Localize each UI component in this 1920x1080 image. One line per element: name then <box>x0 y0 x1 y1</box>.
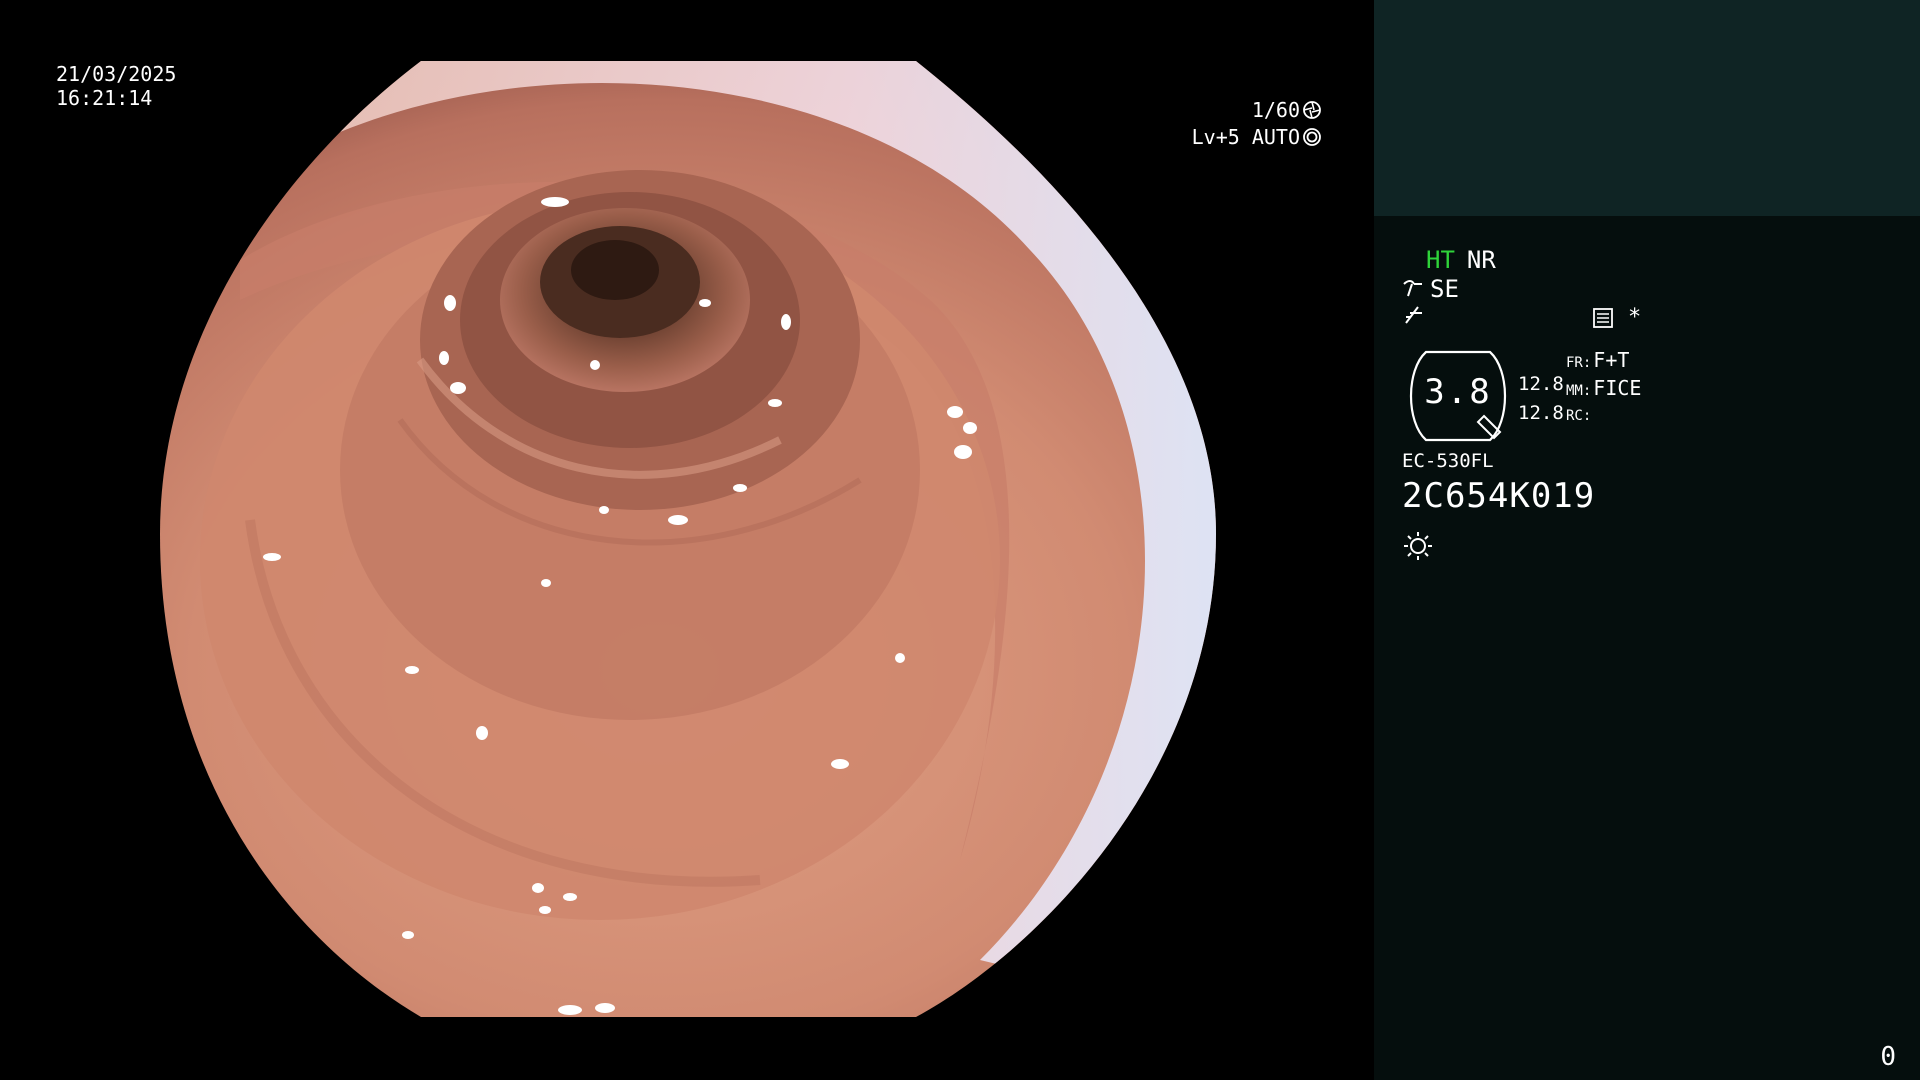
scope-serial: 2C654K019 <box>1402 476 1596 516</box>
date-text: 21/03/2025 <box>56 62 177 86</box>
light-bulb-icon <box>1404 532 1432 560</box>
enhance-text: SE <box>1430 275 1459 303</box>
gain-readout: 12.8 12.8 <box>1518 370 1564 428</box>
fr-label: FR: <box>1566 355 1592 371</box>
mm-label: MM: <box>1566 383 1592 399</box>
date-time-readout: 21/03/2025 16:21:14 <box>56 62 176 110</box>
panel-header-area <box>1374 0 1920 216</box>
aperture-icon <box>1303 101 1321 119</box>
frame-counter: 0 <box>1880 1042 1896 1072</box>
enhancement-row: SE <box>1402 275 1459 303</box>
zoom-value: 3.8 <box>1424 372 1492 412</box>
mode-labels: FR: F+T MM: FICE RC: <box>1566 348 1641 429</box>
mm-value: FICE <box>1593 376 1642 400</box>
scope-model: EC-530FL <box>1402 450 1494 472</box>
endoscope-view: 21/03/2025 16:21:14 1/60 Lv+5 AUTO <box>0 0 1374 1080</box>
iris-text: Lv+5 AUTO <box>1191 125 1300 149</box>
iris-ring-icon <box>1303 128 1321 146</box>
mode-ht-indicator: HT <box>1426 246 1455 274</box>
zoom-indicator: 3.8 <box>1400 350 1516 442</box>
rc-label: RC: <box>1566 408 1592 424</box>
exposure-readout: 1/60 Lv+5 AUTO <box>1192 98 1322 152</box>
status-symbols-row: * <box>1402 303 1642 333</box>
star-indicator: * <box>1628 305 1642 330</box>
enhance-icon <box>1403 280 1422 297</box>
freeze-icon <box>1405 306 1422 324</box>
endoscopic-image <box>160 61 1216 1017</box>
menu-list-icon <box>1593 307 1613 328</box>
fr-value: F+T <box>1593 348 1630 372</box>
shutter-text: 1/60 <box>1251 98 1300 122</box>
time-text: 16:21:14 <box>56 86 153 110</box>
mode-nr-indicator: NR <box>1466 246 1496 274</box>
processing-mode-row: HT NR <box>1426 246 1496 274</box>
info-panel: HT NR SE * 3.8 12.8 12.8 FR: F+T MM: FIC… <box>1374 0 1920 1080</box>
gain-value-1: 12.8 <box>1518 373 1564 395</box>
gain-value-2: 12.8 <box>1518 402 1564 424</box>
